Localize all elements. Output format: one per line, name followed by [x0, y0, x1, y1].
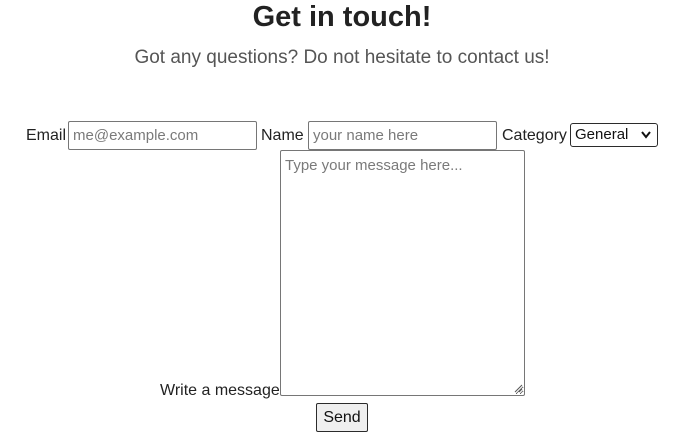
name-label: Name: [261, 127, 304, 144]
category-label: Category: [502, 127, 567, 144]
email-field[interactable]: [68, 121, 257, 150]
page-title: Get in touch!: [252, 1, 432, 33]
category-select[interactable]: General: [570, 123, 658, 147]
send-button[interactable]: Send: [316, 403, 368, 432]
contact-page: Get in touch! Got any questions? Do not …: [0, 0, 680, 446]
email-label: Email: [26, 127, 67, 144]
category-selected-value: General: [575, 126, 629, 143]
message-label: Write a message: [160, 382, 280, 399]
resize-grip-icon[interactable]: [514, 384, 523, 393]
chevron-down-icon: [641, 131, 651, 139]
name-field[interactable]: [308, 121, 497, 150]
page-subtitle: Got any questions? Do not hesitate to co…: [134, 47, 550, 68]
message-textarea[interactable]: [280, 150, 525, 396]
